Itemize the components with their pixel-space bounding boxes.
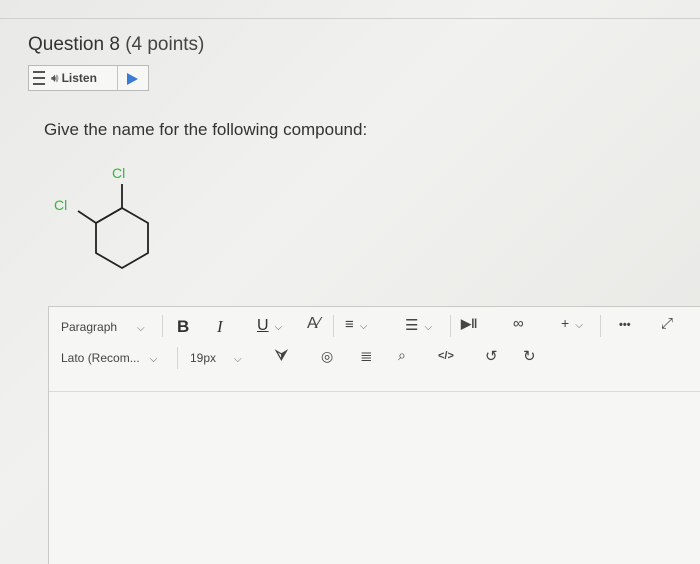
insert-menu-button[interactable]: + ⌵ — [561, 315, 583, 331]
rich-text-editor[interactable]: Paragraph ⌵ B I U ⌵ A⁄ ≡ ⌵ ☰ ⌵ ▶‖ ∞ + ⌵ ••• ⤢… — [48, 306, 700, 564]
bold-button[interactable]: B — [177, 317, 189, 337]
redo-icon[interactable]: ↻ — [523, 347, 536, 365]
chevron-down-icon: ⌵ — [424, 322, 433, 333]
chevron-down-icon: ⌵ — [234, 354, 242, 365]
editor-content-area[interactable] — [49, 392, 700, 564]
more-options-button[interactable]: ••• — [619, 319, 631, 331]
undo-icon[interactable]: ↺ — [485, 347, 498, 365]
toolbar-divider — [177, 347, 178, 369]
paragraph-style-value: Paragraph — [61, 320, 118, 334]
chevron-down-icon: ⌵ — [137, 323, 145, 334]
source-code-icon[interactable]: </> — [438, 350, 454, 362]
find-replace-icon[interactable]: ⌕ — [398, 347, 406, 364]
chlorine-label-top: Cl — [112, 165, 125, 181]
font-family-value: Lato (Recom... — [61, 351, 140, 365]
bond-left-cl — [77, 210, 97, 224]
insert-label: + — [561, 315, 570, 331]
format-painter-icon[interactable]: ⮛ — [275, 347, 288, 364]
font-family-select[interactable]: Lato (Recom... ⌵ — [61, 351, 157, 365]
question-title: Question 8 (4 points) — [28, 34, 204, 56]
question-prompt: Give the name for the following compound… — [44, 120, 368, 139]
list-button[interactable]: ☰ ⌵ — [405, 316, 432, 334]
paragraph-style-select[interactable]: Paragraph ⌵ — [61, 320, 145, 334]
chevron-down-icon: ⌵ — [575, 320, 583, 331]
chevron-down-icon: ⌵ — [149, 354, 158, 365]
chevron-down-icon: ⌵ — [274, 322, 283, 333]
menu-icon[interactable] — [33, 71, 45, 85]
toolbar-divider — [162, 315, 163, 337]
editor-toolbar: Paragraph ⌵ B I U ⌵ A⁄ ≡ ⌵ ☰ ⌵ ▶‖ ∞ + ⌵ ••• ⤢… — [49, 307, 700, 392]
play-icon[interactable] — [127, 73, 138, 85]
chlorine-label-left: Cl — [54, 197, 67, 213]
bond-ring-ch2 — [95, 207, 123, 224]
italic-button[interactable]: I — [217, 317, 223, 337]
fullscreen-icon[interactable]: ⤢ — [661, 315, 673, 332]
listen-label[interactable]: Listen — [62, 71, 97, 85]
cyclohexane-ring — [95, 206, 149, 270]
toolbar-divider — [333, 315, 334, 337]
align-left-icon: ≡ — [345, 316, 354, 333]
text-color-icon[interactable]: A⁄ — [307, 315, 320, 333]
underline-button[interactable]: U ⌵ — [257, 317, 282, 335]
font-size-value: 19px — [190, 351, 217, 365]
accessibility-check-icon[interactable]: ◎ — [321, 348, 333, 365]
listen-divider — [117, 66, 118, 90]
question-points: (4 points) — [125, 34, 205, 55]
underline-label: U — [257, 317, 269, 334]
chevron-down-icon: ⌵ — [359, 321, 368, 332]
align-button[interactable]: ≡ ⌵ — [345, 316, 367, 333]
listen-widget[interactable]: 🔊︎ Listen — [28, 65, 149, 91]
compound-structure: Cl Cl — [54, 165, 149, 270]
insert-media-icon[interactable]: ▶‖ — [461, 316, 477, 332]
toolbar-divider — [450, 315, 451, 337]
list-icon: ☰ — [405, 317, 419, 334]
question-number: Question 8 — [28, 34, 120, 55]
toolbar-divider — [600, 315, 601, 337]
font-size-select[interactable]: 19px ⌵ — [190, 351, 242, 365]
speaker-icon: 🔊︎ — [51, 70, 59, 85]
top-divider — [0, 18, 700, 19]
equation-icon[interactable]: ≣ — [360, 347, 373, 365]
link-icon[interactable]: ∞ — [513, 315, 524, 332]
